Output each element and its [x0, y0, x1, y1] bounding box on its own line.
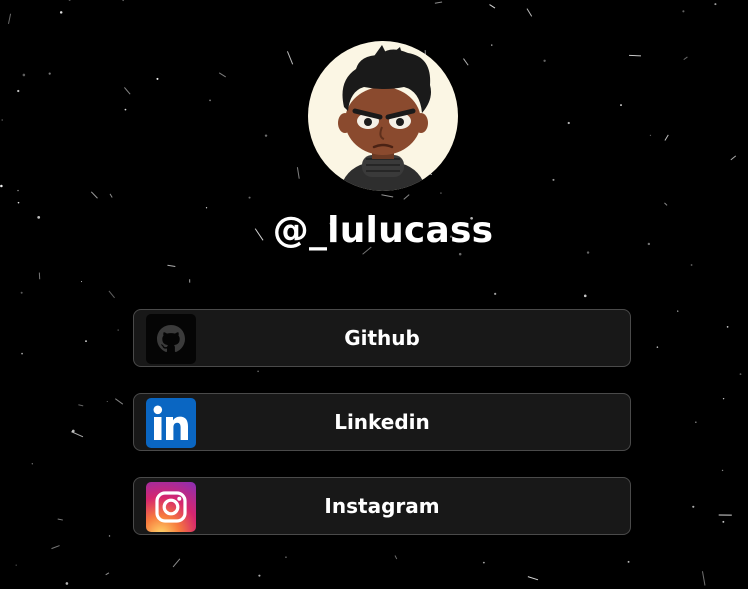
linkedin-link-label: Linkedin: [334, 410, 430, 434]
github-link-label: Github: [344, 326, 420, 350]
instagram-link-button[interactable]: Instagram: [133, 477, 631, 535]
profile-page: @_lulucass Github Linkedin Instagram: [0, 0, 748, 589]
username: @_lulucass: [272, 210, 494, 251]
avatar: [308, 41, 458, 191]
github-link-button[interactable]: Github: [133, 309, 631, 367]
linkedin-link-button[interactable]: Linkedin: [133, 393, 631, 451]
instagram-link-label: Instagram: [324, 494, 440, 518]
